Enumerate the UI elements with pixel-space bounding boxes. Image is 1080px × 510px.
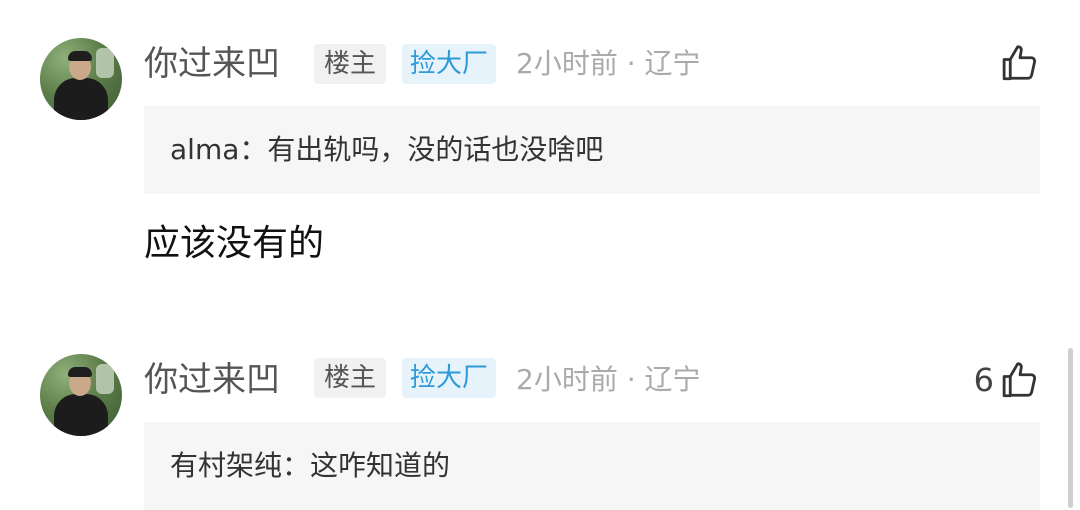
quote-author: 有村架纯： [170,449,311,482]
comment-meta: 2小时前 · 辽宁 [516,363,701,396]
like-button[interactable]: 6 [974,358,1040,402]
owner-tag: 楼主 [314,358,387,398]
quoted-comment[interactable]: 有村架纯：这咋知道的 [144,422,1040,510]
scrollbar[interactable] [1068,348,1073,508]
user-avatar[interactable] [40,354,122,436]
thumbs-up-icon [1002,362,1037,398]
quote-text: 这咋知道的 [310,449,451,482]
badge-tag[interactable]: 捡大厂 [402,358,497,398]
username[interactable]: 你过来凹 [144,360,280,400]
like-count: 6 [973,361,994,399]
comment-item: 你过来凹 楼主 捡大厂 2小时前 · 辽宁 6 有村架纯：这咋知道的 [0,0,1080,510]
